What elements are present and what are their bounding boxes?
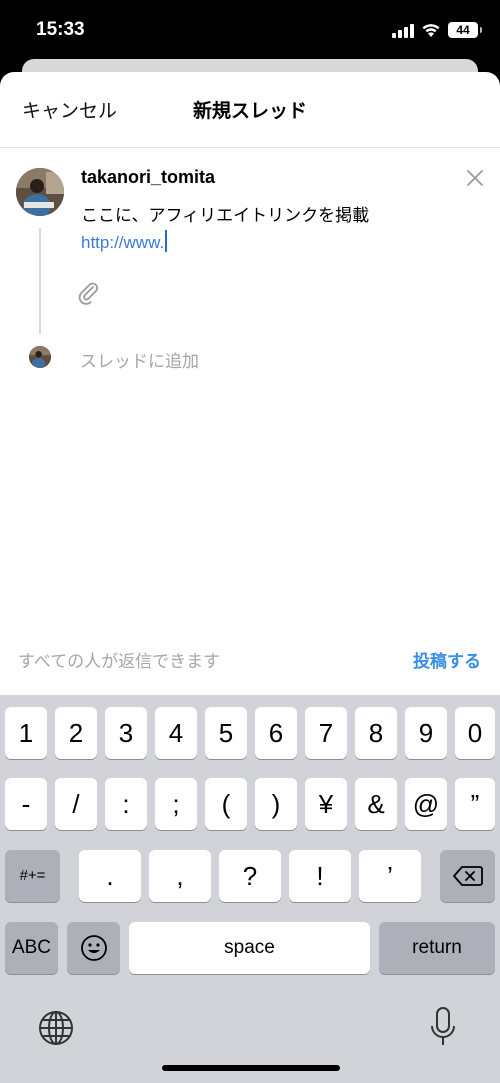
key-close-paren[interactable]: ): [255, 778, 297, 830]
key-5[interactable]: 5: [205, 707, 247, 759]
key-0[interactable]: 0: [455, 707, 495, 759]
key-apostrophe[interactable]: ’: [359, 850, 421, 902]
status-time: 15:33: [36, 19, 85, 40]
key-semicolon[interactable]: ;: [155, 778, 197, 830]
signal-icon: [392, 24, 414, 38]
home-indicator: [162, 1065, 340, 1071]
avatar: [16, 168, 64, 216]
abc-button[interactable]: ABC: [5, 922, 58, 974]
text-cursor: [165, 230, 168, 252]
key-yen[interactable]: ¥: [305, 778, 347, 830]
key-2[interactable]: 2: [55, 707, 97, 759]
page-title: 新規スレッド: [192, 100, 307, 122]
key-more-symbols[interactable]: #+=: [5, 850, 60, 902]
key-period[interactable]: .: [79, 850, 141, 902]
microphone-icon[interactable]: [430, 1007, 456, 1047]
status-bar: 15:33 44: [0, 0, 500, 62]
post-text-input[interactable]: ここに、アフィリエイトリンクを掲載: [81, 201, 369, 226]
wifi-icon: [422, 24, 440, 37]
username: takanori_tomita: [81, 167, 216, 187]
backspace-icon: [452, 866, 483, 886]
key-quote[interactable]: ”: [455, 778, 495, 830]
key-1[interactable]: 1: [5, 707, 47, 759]
key-colon[interactable]: :: [105, 778, 147, 830]
key-ampersand[interactable]: &: [355, 778, 397, 830]
key-minus[interactable]: -: [5, 778, 47, 830]
close-icon[interactable]: [466, 169, 484, 187]
emoji-icon: [80, 935, 107, 961]
key-8[interactable]: 8: [355, 707, 397, 759]
key-at[interactable]: @: [405, 778, 447, 830]
key-exclamation[interactable]: !: [289, 850, 351, 902]
key-comma[interactable]: ,: [149, 850, 211, 902]
key-4[interactable]: 4: [155, 707, 197, 759]
key-6[interactable]: 6: [255, 707, 297, 759]
thread-line: [39, 228, 41, 334]
keyboard: 1 2 3 4 5 6 7 8 9 0 - / : ; ( ) ¥ & @ ” …: [0, 695, 500, 1083]
paperclip-icon[interactable]: [76, 280, 102, 306]
globe-icon[interactable]: [38, 1010, 74, 1046]
add-to-thread-input[interactable]: スレッドに追加: [80, 347, 199, 372]
key-7[interactable]: 7: [305, 707, 347, 759]
key-9[interactable]: 9: [405, 707, 447, 759]
return-key[interactable]: return: [379, 922, 495, 974]
space-key[interactable]: space: [129, 922, 370, 974]
sheet-header: キャンセル 新規スレッド: [0, 72, 500, 148]
emoji-button[interactable]: [67, 922, 120, 974]
reply-setting[interactable]: すべての人が返信できます: [18, 647, 220, 672]
delete-button[interactable]: [440, 850, 495, 902]
link-text: http://www.: [81, 233, 165, 252]
key-open-paren[interactable]: (: [205, 778, 247, 830]
post-link-text[interactable]: http://www.: [81, 230, 168, 253]
post-button[interactable]: 投稿する: [413, 647, 481, 672]
key-slash[interactable]: /: [55, 778, 97, 830]
key-3[interactable]: 3: [105, 707, 147, 759]
battery-icon: 44: [448, 22, 482, 38]
key-question[interactable]: ?: [219, 850, 281, 902]
compose-sheet: キャンセル 新規スレッド takanori_tomita ここに、アフィリエイト…: [0, 72, 500, 695]
small-avatar: [29, 346, 51, 368]
